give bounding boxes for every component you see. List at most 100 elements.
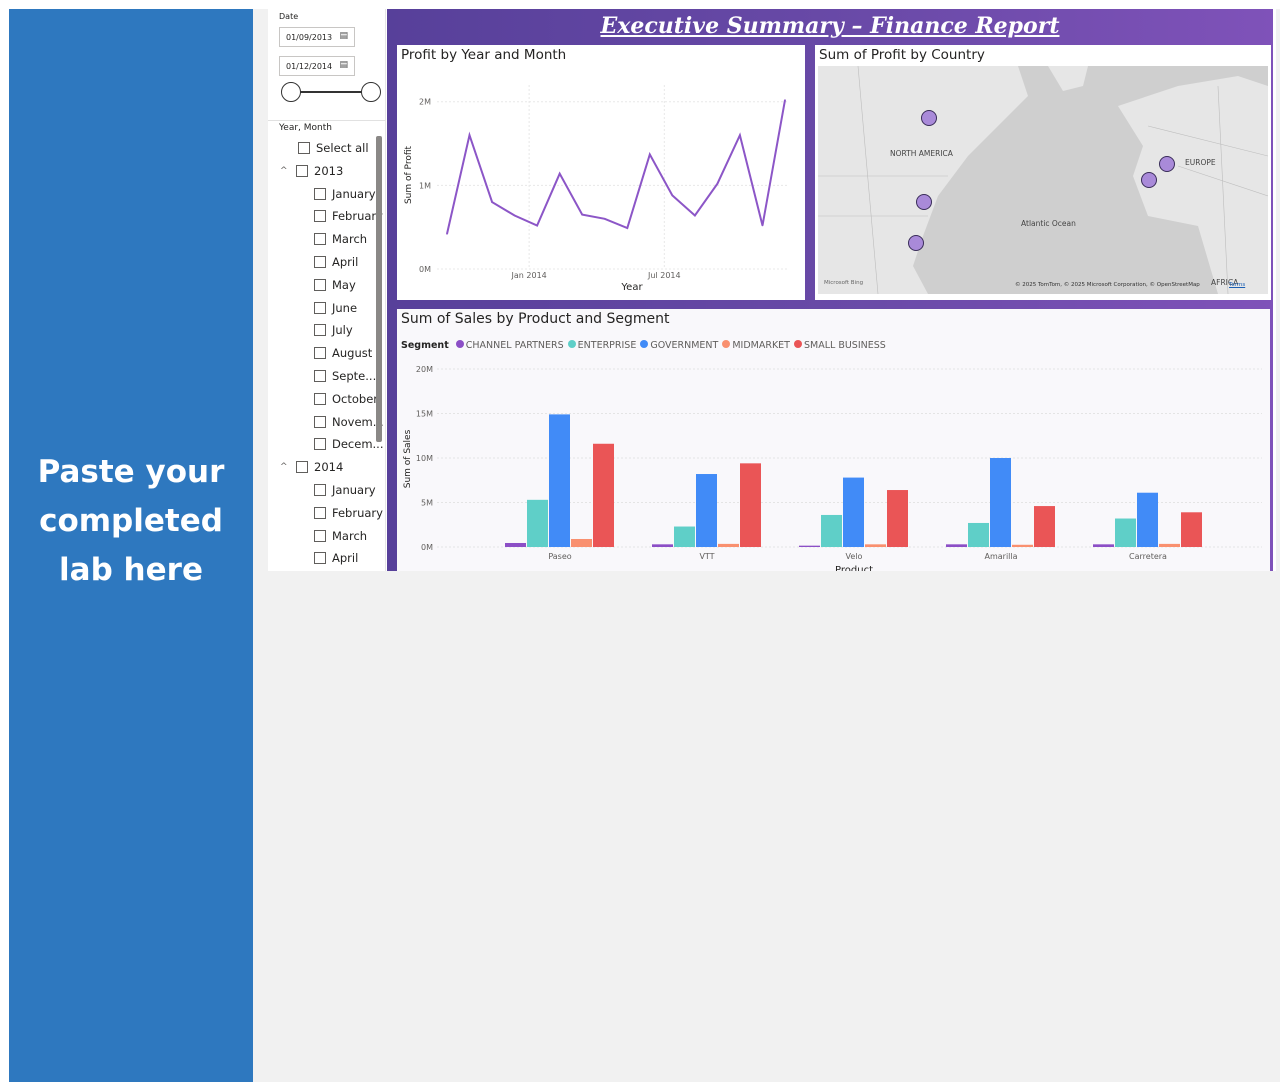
bar bbox=[843, 477, 864, 547]
map-label-north-america: NORTH AMERICA bbox=[890, 149, 953, 158]
chevron-up-icon[interactable]: ^ bbox=[280, 462, 294, 472]
slicer-item-month[interactable]: April bbox=[314, 252, 358, 272]
slicer-item-label: January bbox=[332, 483, 376, 497]
slicer-item-month[interactable]: Novem... bbox=[314, 412, 384, 432]
checkbox[interactable] bbox=[314, 256, 326, 268]
checkbox[interactable] bbox=[314, 370, 326, 382]
y-tick-label: 5M bbox=[421, 499, 433, 508]
bar bbox=[1093, 544, 1114, 547]
checkbox[interactable] bbox=[296, 165, 308, 177]
line-chart-title: Profit by Year and Month bbox=[401, 47, 567, 63]
checkbox[interactable] bbox=[314, 530, 326, 542]
checkbox[interactable] bbox=[314, 233, 326, 245]
bar bbox=[527, 499, 548, 547]
map-bubble[interactable] bbox=[916, 194, 932, 210]
slicer-panel: Date 01/09/2013 ▤ 01/12/2014 ▤ Year, Mon… bbox=[268, 9, 386, 571]
checkbox[interactable] bbox=[314, 507, 326, 519]
checkbox[interactable] bbox=[314, 347, 326, 359]
bar bbox=[696, 474, 717, 547]
checkbox[interactable] bbox=[314, 552, 326, 564]
legend-entry[interactable]: MIDMARKET bbox=[722, 340, 790, 351]
data-point bbox=[739, 134, 741, 136]
x-tick-label: VTT bbox=[699, 552, 714, 561]
y-tick-label: 15M bbox=[416, 410, 433, 419]
start-date-input[interactable]: 01/09/2013 ▤ bbox=[279, 27, 355, 47]
slicer-item-month[interactable]: Septe... bbox=[314, 366, 376, 386]
legend-entry[interactable]: CHANNEL PARTNERS bbox=[455, 340, 564, 351]
range-start-handle[interactable] bbox=[281, 82, 301, 102]
slicer-item-month[interactable]: February bbox=[314, 503, 383, 523]
bar bbox=[1012, 544, 1033, 547]
x-axis-title: Product bbox=[835, 565, 873, 571]
checkbox[interactable] bbox=[314, 416, 326, 428]
slicer-item-month[interactable]: Decem... bbox=[314, 434, 384, 454]
slicer-item-month[interactable]: July bbox=[314, 320, 353, 340]
data-point bbox=[536, 224, 538, 227]
slicer-item-month[interactable]: October bbox=[314, 389, 378, 409]
data-point bbox=[694, 214, 696, 217]
slicer-item-month[interactable]: August bbox=[314, 343, 372, 363]
checkbox[interactable] bbox=[314, 484, 326, 496]
checkbox[interactable] bbox=[314, 279, 326, 291]
slicer-item-label: April bbox=[332, 255, 359, 269]
report-canvas: Executive Summary – Finance Report Profi… bbox=[387, 9, 1273, 571]
slicer-item-month[interactable]: April bbox=[314, 548, 358, 568]
legend-entry[interactable]: GOVERNMENT bbox=[640, 340, 718, 351]
chevron-up-icon[interactable]: ^ bbox=[280, 166, 294, 176]
slicer-item-month[interactable]: March bbox=[314, 526, 367, 546]
legend-entry[interactable]: SMALL BUSINESS bbox=[794, 340, 886, 351]
sales-bar-card[interactable]: Sum of Sales by Product and Segment Segm… bbox=[397, 309, 1270, 571]
profit-map-card[interactable]: Sum of Profit by Country NORTH AMERICA E… bbox=[815, 45, 1271, 300]
bar bbox=[549, 414, 570, 547]
map-bubble[interactable] bbox=[908, 235, 924, 251]
bar bbox=[718, 543, 739, 547]
y-axis-title: Sum of Profit bbox=[404, 146, 414, 205]
bar bbox=[1137, 492, 1158, 547]
data-point bbox=[761, 224, 764, 227]
map-canvas[interactable]: NORTH AMERICA EUROPE Atlantic Ocean AFRI… bbox=[818, 66, 1268, 294]
checkbox[interactable] bbox=[296, 461, 308, 473]
map-label-europe: EUROPE bbox=[1185, 158, 1216, 167]
map-bubble[interactable] bbox=[921, 110, 937, 126]
bar-chart-title: Sum of Sales by Product and Segment bbox=[401, 311, 670, 327]
slicer-item-year[interactable]: ^ 2014 bbox=[280, 457, 343, 477]
checkbox[interactable] bbox=[314, 438, 326, 450]
slicer-item-month[interactable]: January bbox=[314, 184, 376, 204]
x-axis-title: Year bbox=[620, 282, 643, 293]
slicer-scrollbar[interactable] bbox=[376, 136, 382, 442]
calendar-icon[interactable]: ▤ bbox=[339, 60, 348, 70]
checkbox[interactable] bbox=[314, 210, 326, 222]
map-terms-link[interactable]: Terms bbox=[1229, 282, 1245, 288]
checkbox[interactable] bbox=[314, 302, 326, 314]
slicer-item-select-all[interactable]: Select all bbox=[298, 138, 369, 158]
slicer-item-month[interactable]: May bbox=[314, 275, 356, 295]
bar bbox=[887, 490, 908, 547]
slicer-item-label: March bbox=[332, 232, 368, 246]
calendar-icon[interactable]: ▤ bbox=[339, 31, 348, 41]
slicer-item-month[interactable]: January bbox=[314, 480, 376, 500]
data-point bbox=[671, 194, 674, 197]
map-attribution: © 2025 TomTom, © 2025 Microsoft Corporat… bbox=[1015, 282, 1200, 288]
checkbox[interactable] bbox=[314, 324, 326, 336]
slicer-item-month[interactable]: March bbox=[314, 229, 367, 249]
checkbox[interactable] bbox=[314, 393, 326, 405]
slicer-item-label: February bbox=[332, 506, 383, 520]
report-title: Executive Summary – Finance Report bbox=[600, 13, 1060, 39]
hierarchy-slicer-title: Year, Month bbox=[279, 123, 332, 133]
checkbox[interactable] bbox=[298, 142, 310, 154]
slicer-item-month[interactable]: February bbox=[314, 206, 383, 226]
checkbox[interactable] bbox=[314, 188, 326, 200]
slicer-item-month[interactable]: June bbox=[314, 298, 357, 318]
x-tick-label: Velo bbox=[846, 552, 863, 561]
map-bubble[interactable] bbox=[1141, 172, 1157, 188]
legend-dot-icon bbox=[567, 340, 576, 348]
profit-line-card[interactable]: Profit by Year and Month 0M 1M 2M Jan 2014 J… bbox=[397, 45, 805, 300]
map-bubble[interactable] bbox=[1159, 156, 1175, 172]
y-tick-label: 0M bbox=[421, 543, 433, 552]
y-tick-label: 2M bbox=[419, 98, 431, 107]
data-point bbox=[626, 227, 629, 229]
range-end-handle[interactable] bbox=[361, 82, 381, 102]
slicer-item-year[interactable]: ^ 2013 bbox=[280, 161, 343, 181]
end-date-input[interactable]: 01/12/2014 ▤ bbox=[279, 56, 355, 76]
legend-entry[interactable]: ENTERPRISE bbox=[567, 340, 636, 351]
